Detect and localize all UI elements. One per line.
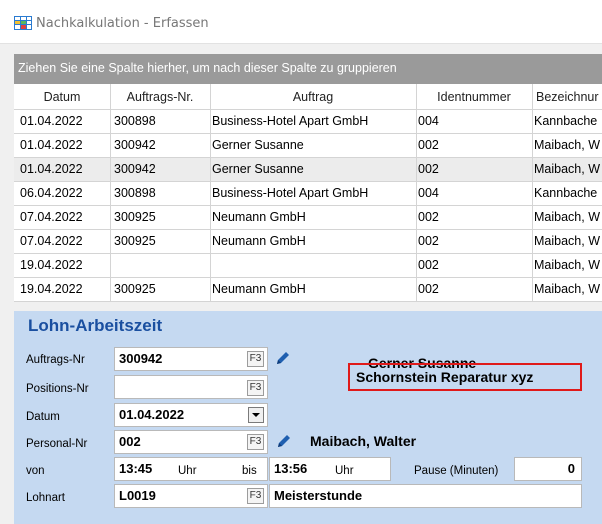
cell-auftrags-nr xyxy=(114,254,206,277)
f3-lookup-button[interactable]: F3 xyxy=(247,380,264,396)
date-dropdown-button[interactable] xyxy=(248,407,264,423)
f3-lookup-button[interactable]: F3 xyxy=(247,434,264,450)
cell-auftrag xyxy=(212,254,410,277)
grid-body: 01.04.2022 300898 Business-Hotel Apart Gmb… xyxy=(14,110,602,302)
positions-nr-field[interactable] xyxy=(114,375,268,399)
lohnart-label: Lohnart xyxy=(26,492,66,504)
uhr-label: Uhr xyxy=(178,465,197,477)
cell-datum: 01.04.2022 xyxy=(20,162,83,176)
column-header-bezeichnung[interactable]: Bezeichnur xyxy=(532,84,602,109)
cell-datum: 07.04.2022 xyxy=(20,210,83,224)
cell-auftrag: Gerner Susanne xyxy=(212,138,304,152)
table-row[interactable]: 01.04.2022 300898 Business-Hotel Apart Gmb… xyxy=(14,110,602,134)
cell-datum: 19.04.2022 xyxy=(20,282,83,296)
app-icon xyxy=(14,16,32,30)
bis-label: bis xyxy=(242,465,257,477)
cell-bezeichnung: Kannbache xyxy=(534,114,598,128)
cell-auftrags-nr: 300942 xyxy=(114,162,156,176)
column-header-auftrags-nr[interactable]: Auftrags-Nr. xyxy=(110,84,210,109)
cell-identnummer: 002 xyxy=(418,138,439,152)
table-row[interactable]: 19.04.2022 002 Maibach, W xyxy=(14,254,602,278)
lohnart-field[interactable]: L0019 xyxy=(114,484,268,508)
uhr-label: Uhr xyxy=(335,465,354,477)
app-window: Nachkalkulation - Erfassen Ziehen Sie ei… xyxy=(0,0,602,524)
pause-field[interactable]: 0 xyxy=(514,457,582,481)
pencil-icon[interactable] xyxy=(275,432,293,450)
table-row[interactable]: 19.04.2022 300925 Neumann GmbH 002 Maibach, … xyxy=(14,278,602,302)
cell-auftrags-nr: 300898 xyxy=(114,186,156,200)
positions-nr-label: Positions-Nr xyxy=(26,383,89,395)
cell-auftrag: Gerner Susanne xyxy=(212,162,304,176)
cell-auftrags-nr: 300925 xyxy=(114,234,156,248)
cell-auftrag: Neumann GmbH xyxy=(212,210,306,224)
column-header-identnummer[interactable]: Identnummer xyxy=(416,84,532,109)
auftrags-nr-label: Auftrags-Nr xyxy=(26,354,85,366)
cell-bezeichnung: Kannbache xyxy=(534,186,598,200)
bis-field[interactable]: 13:56 xyxy=(269,457,391,481)
cell-identnummer: 004 xyxy=(418,114,439,128)
grid-header: Datum Auftrags-Nr. Auftrag Identnummer B… xyxy=(14,84,602,110)
cell-auftrag: Neumann GmbH xyxy=(212,234,306,248)
title-bar: Nachkalkulation - Erfassen xyxy=(0,0,602,44)
datum-label: Datum xyxy=(26,411,60,423)
pencil-icon[interactable] xyxy=(274,349,292,367)
f3-lookup-button[interactable]: F3 xyxy=(247,351,264,367)
personal-nr-label: Personal-Nr xyxy=(26,438,88,450)
window-title: Nachkalkulation - Erfassen xyxy=(36,16,209,31)
table-row[interactable]: 01.04.2022 300942 Gerner Susanne 002 Maibach… xyxy=(14,134,602,158)
cell-datum: 19.04.2022 xyxy=(20,258,83,272)
cell-auftrag: Neumann GmbH xyxy=(212,282,306,296)
table-row[interactable]: 01.04.2022 300942 Gerner Susanne 002 Maibach… xyxy=(14,158,602,182)
cell-auftrags-nr: 300898 xyxy=(114,114,156,128)
cell-identnummer: 004 xyxy=(418,186,439,200)
cell-identnummer: 002 xyxy=(418,282,439,296)
chevron-down-icon xyxy=(252,413,260,417)
von-label: von xyxy=(26,465,45,477)
table-row[interactable]: 07.04.2022 300925 Neumann GmbH 002 Maibach, … xyxy=(14,206,602,230)
lohnart-name-field: Meisterstunde xyxy=(269,484,582,508)
cell-bezeichnung: Maibach, W xyxy=(534,138,600,152)
section-title: Lohn-Arbeitszeit xyxy=(28,316,163,335)
cell-auftrag: Business-Hotel Apart GmbH xyxy=(212,114,369,128)
datum-field[interactable]: 01.04.2022 xyxy=(114,403,268,427)
f3-lookup-button[interactable]: F3 xyxy=(247,488,264,504)
table-row[interactable]: 06.04.2022 300898 Business-Hotel Apart Gmb… xyxy=(14,182,602,206)
cell-bezeichnung: Maibach, W xyxy=(534,234,600,248)
cell-auftrags-nr: 300942 xyxy=(114,138,156,152)
auftrags-nr-field[interactable]: 300942 xyxy=(114,347,268,371)
pause-label: Pause (Minuten) xyxy=(414,465,499,477)
cell-datum: 07.04.2022 xyxy=(20,234,83,248)
lohn-arbeitszeit-form: Lohn-Arbeitszeit Auftrags-Nr 300942 F3 G… xyxy=(14,311,602,524)
cell-auftrags-nr: 300925 xyxy=(114,282,156,296)
cell-datum: 01.04.2022 xyxy=(20,114,83,128)
column-header-datum[interactable]: Datum xyxy=(14,84,110,109)
cell-bezeichnung: Maibach, W xyxy=(534,162,600,176)
cell-auftrags-nr: 300925 xyxy=(114,210,156,224)
group-by-panel[interactable]: Ziehen Sie eine Spalte hierher, um nach … xyxy=(14,54,602,84)
group-by-hint: Ziehen Sie eine Spalte hierher, um nach … xyxy=(18,61,397,75)
cell-auftrag: Business-Hotel Apart GmbH xyxy=(212,186,369,200)
cell-bezeichnung: Maibach, W xyxy=(534,258,600,272)
cell-identnummer: 002 xyxy=(418,162,439,176)
table-row[interactable]: 07.04.2022 300925 Neumann GmbH 002 Maibach, … xyxy=(14,230,602,254)
cell-datum: 06.04.2022 xyxy=(20,186,83,200)
cell-identnummer: 002 xyxy=(418,258,439,272)
cell-identnummer: 002 xyxy=(418,210,439,224)
data-grid: Datum Auftrags-Nr. Auftrag Identnummer B… xyxy=(14,84,602,302)
personal-nr-field[interactable]: 002 xyxy=(114,430,268,454)
cell-bezeichnung: Maibach, W xyxy=(534,282,600,296)
cell-identnummer: 002 xyxy=(418,234,439,248)
order-description: Schornstein Reparatur xyz xyxy=(356,369,534,385)
cell-datum: 01.04.2022 xyxy=(20,138,83,152)
employee-name: Maibach, Walter xyxy=(310,433,417,449)
cell-bezeichnung: Maibach, W xyxy=(534,210,600,224)
column-header-auftrag[interactable]: Auftrag xyxy=(210,84,416,109)
